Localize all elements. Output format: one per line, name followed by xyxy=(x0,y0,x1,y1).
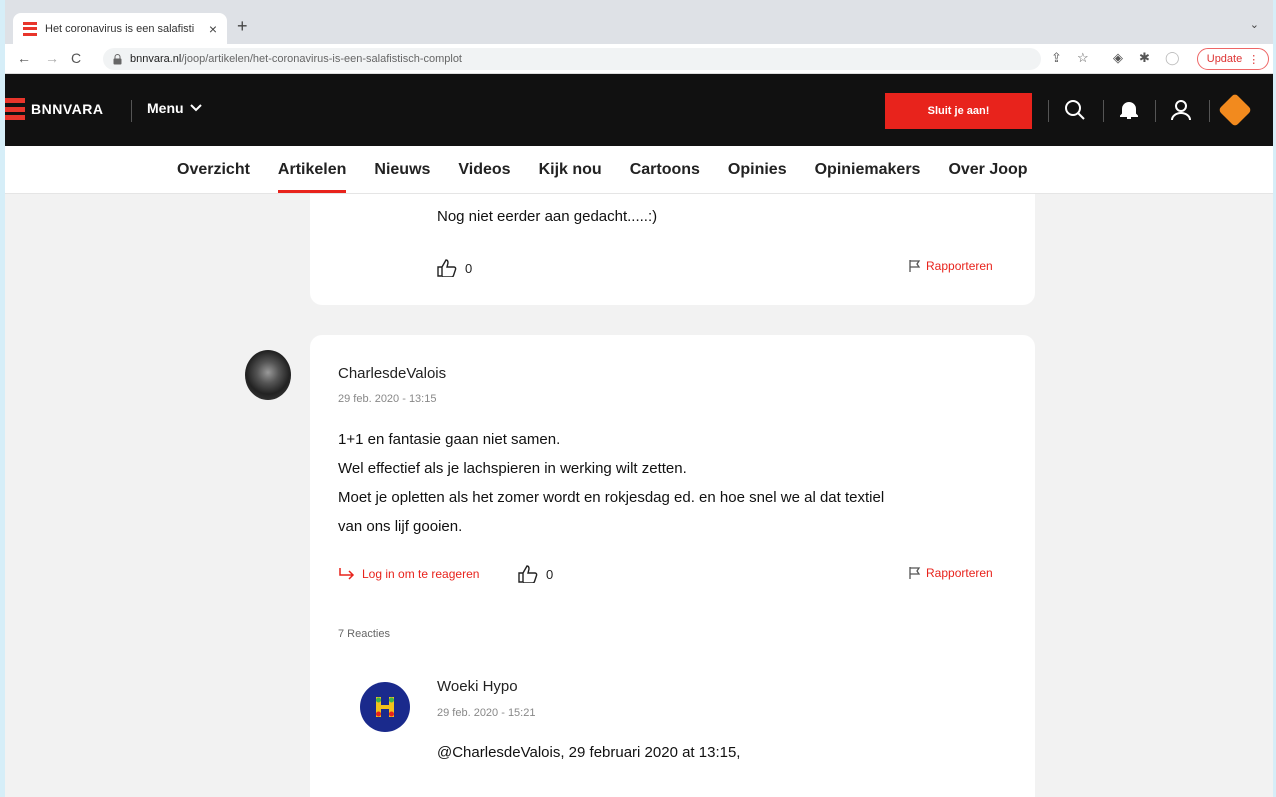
menu-label: Menu xyxy=(147,100,184,116)
nav-item-cartoons[interactable]: Cartoons xyxy=(630,161,700,179)
section-nav: Overzicht Artikelen Nieuws Videos Kijk n… xyxy=(5,146,1273,194)
comment-line: 1+1 en fantasie gaan niet samen. xyxy=(338,431,561,448)
site-header: BNNVARA Menu Sluit je aan! xyxy=(5,74,1273,146)
join-button[interactable]: Sluit je aan! xyxy=(885,93,1032,129)
chevron-down-icon xyxy=(189,104,202,112)
menu-button[interactable]: Menu xyxy=(147,100,202,116)
npo-logo-icon[interactable] xyxy=(1218,93,1252,127)
nav-item-videos[interactable]: Videos xyxy=(458,161,510,179)
reply-date: 29 feb. 2020 - 15:21 xyxy=(437,707,536,719)
new-tab-button[interactable]: + xyxy=(237,16,248,37)
reply-author[interactable]: Woeki Hypo xyxy=(437,678,518,695)
report-label: Rapporteren xyxy=(926,259,993,273)
comment-date: 29 feb. 2020 - 13:15 xyxy=(338,393,437,405)
divider xyxy=(1209,100,1210,122)
nav-item-opinies[interactable]: Opinies xyxy=(728,161,787,179)
profile-icon[interactable]: ◯ xyxy=(1165,50,1180,66)
tab-search-icon[interactable]: ⌄ xyxy=(1250,18,1259,31)
bnnvara-favicon-icon xyxy=(23,21,37,36)
bnnvara-logo-icon xyxy=(5,98,25,120)
divider xyxy=(131,100,132,122)
url-domain: bnnvara.nl xyxy=(130,53,182,65)
forward-button[interactable]: → xyxy=(45,50,59,66)
close-tab-icon[interactable]: × xyxy=(209,21,217,37)
bnnvara-logo[interactable]: BNNVARA xyxy=(5,98,103,120)
comment-card: CharlesdeValois 29 feb. 2020 - 13:15 1+1… xyxy=(310,335,1035,797)
kebab-menu-icon: ⋮ xyxy=(1248,53,1260,66)
browser-tab-bar: Het coronavirus is een salafisti × + ⌄ xyxy=(5,0,1273,44)
back-button[interactable]: ← xyxy=(17,50,31,66)
reload-button[interactable]: C xyxy=(71,50,81,66)
reply-label: Log in om te reageren xyxy=(362,567,480,581)
browser-toolbar: ← → C bnnvara.nl/joop/artikelen/het-coro… xyxy=(5,44,1273,74)
brand-name: BNNVARA xyxy=(31,101,104,117)
search-icon[interactable] xyxy=(1061,96,1089,124)
report-link[interactable]: Rapporteren xyxy=(908,259,993,273)
extensions-puzzle-icon[interactable]: ✱ xyxy=(1139,50,1150,66)
user-icon[interactable] xyxy=(1167,96,1195,124)
comment-line: Wel effectief als je lachspieren in werk… xyxy=(338,460,687,477)
like-count: 0 xyxy=(546,566,554,582)
report-label: Rapporteren xyxy=(926,566,993,580)
comment-body: 1+1 en fantasie gaan niet samen. Wel eff… xyxy=(338,425,884,541)
avatar-woeki-hypo xyxy=(360,682,410,732)
like-button[interactable]: 0 xyxy=(518,565,553,583)
avatar-figure-icon xyxy=(376,697,394,717)
update-button[interactable]: Update ⋮ xyxy=(1197,48,1269,70)
nav-item-overzicht[interactable]: Overzicht xyxy=(177,161,250,179)
browser-tab[interactable]: Het coronavirus is een salafisti × xyxy=(13,13,227,44)
comment-author[interactable]: CharlesdeValois xyxy=(338,365,446,382)
avatar-charlesdevalois xyxy=(245,350,291,400)
divider xyxy=(1155,100,1156,122)
nav-item-opiniemakers[interactable]: Opiniemakers xyxy=(815,161,921,179)
divider xyxy=(1103,100,1104,122)
flag-icon xyxy=(909,260,921,272)
share-icon[interactable]: ⇪ xyxy=(1051,50,1062,66)
url-path: /joop/artikelen/het-coronavirus-is-een-s… xyxy=(181,53,462,65)
reply-login-link[interactable]: Log in om te reageren xyxy=(338,567,479,581)
nav-item-over-joop[interactable]: Over Joop xyxy=(948,161,1027,179)
nav-item-kijk-nou[interactable]: Kijk nou xyxy=(539,161,602,179)
report-link[interactable]: Rapporteren xyxy=(908,566,993,580)
thumbs-up-icon xyxy=(437,259,457,277)
comment-line: Moet je opletten als het zomer wordt en … xyxy=(338,489,885,506)
update-label: Update xyxy=(1206,53,1243,65)
comment-card: "Karonavirus"? Nog niet eerder aan gedac… xyxy=(310,194,1035,305)
like-count: 0 xyxy=(465,260,473,276)
reply-arrow-icon xyxy=(339,568,355,580)
lock-icon xyxy=(113,53,122,64)
flag-icon xyxy=(909,567,921,579)
comment-line: van ons lijf gooien. xyxy=(338,518,463,535)
bookmark-star-icon[interactable]: ☆ xyxy=(1077,50,1089,66)
divider xyxy=(1048,100,1049,122)
comments-section: "Karonavirus"? Nog niet eerder aan gedac… xyxy=(5,194,1273,797)
nav-item-nieuws[interactable]: Nieuws xyxy=(374,161,430,179)
nav-item-artikelen[interactable]: Artikelen xyxy=(277,161,347,193)
address-bar[interactable]: bnnvara.nl/joop/artikelen/het-coronaviru… xyxy=(103,48,1041,70)
shield-extension-icon[interactable]: ◈ xyxy=(1113,50,1123,66)
like-button[interactable]: 0 xyxy=(437,259,472,277)
tab-title: Het coronavirus is een salafisti xyxy=(45,22,195,35)
thumbs-up-icon xyxy=(518,565,538,583)
comment-text: Nog niet eerder aan gedacht.....:) xyxy=(437,208,658,225)
reply-text: @CharlesdeValois, 29 februari 2020 at 13… xyxy=(437,744,741,761)
bell-icon[interactable] xyxy=(1115,96,1143,124)
reactions-count[interactable]: 7 Reacties xyxy=(338,628,390,640)
